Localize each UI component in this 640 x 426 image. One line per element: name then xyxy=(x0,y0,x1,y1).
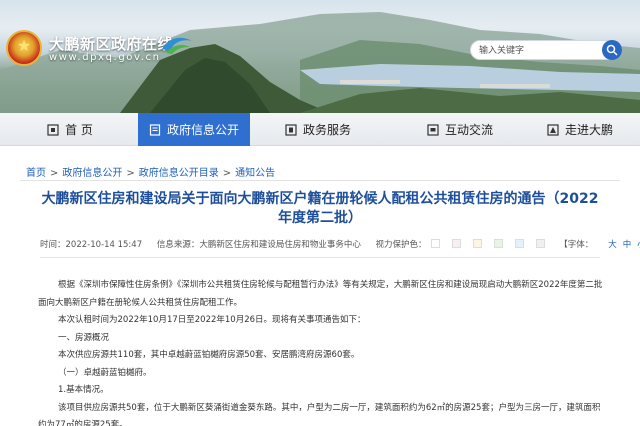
paragraph: 1.基本情况。 xyxy=(58,385,109,395)
color-swatch-green[interactable] xyxy=(493,239,503,248)
paragraph: 该项目供应房源共50套，位于大鹏新区葵涌街道金葵东路。其中，户型为二房一厅，建筑… xyxy=(38,402,601,426)
nav-item-interaction[interactable]: 互动交流 xyxy=(410,113,510,146)
landmark-icon xyxy=(547,123,559,136)
search-box xyxy=(470,40,622,60)
search-button[interactable] xyxy=(602,40,622,60)
paragraph: （一）卓越蔚蓝铂樾府。 xyxy=(58,367,152,378)
font-size-label: 【字体： xyxy=(559,240,594,250)
breadcrumb-separator: > xyxy=(126,168,135,179)
header-banner: 大鹏新区政府在线 www.dpxq.gov.cn xyxy=(0,0,640,113)
nav-item-label: 政府信息公开 xyxy=(166,123,239,137)
info-source: 信息来源：大鹏新区住房和建设局住房和物业事务中心 xyxy=(156,240,361,250)
breadcrumb: 首页 > 政府信息公开 > 政府信息公开目录 > 通知公告 xyxy=(26,164,275,179)
breadcrumb-separator: > xyxy=(222,168,232,179)
breadcrumb-link-notices[interactable]: 通知公告 xyxy=(235,168,275,179)
font-size-control: 【字体：大中小】 xyxy=(559,240,640,250)
color-swatch-white[interactable] xyxy=(430,239,440,248)
nav-item-label: 互动交流 xyxy=(444,123,493,137)
site-url: www.dpxq.gov.cn xyxy=(49,52,161,63)
home-icon xyxy=(47,123,59,136)
nav-item-label: 政务服务 xyxy=(302,123,351,137)
article-meta: 时间：2022-10-14 15:47 信息来源：大鹏新区住房和建设局住房和物业… xyxy=(40,238,640,250)
nav-item-about-dapeng[interactable]: 走进大鹏 xyxy=(530,113,630,146)
article-body: 根据《深圳市保障性住房条例》《深圳市公共租赁住房轮候与配租暂行办法》等有关规定，… xyxy=(38,277,604,426)
paragraph: 一、房源概况 xyxy=(58,332,110,343)
paragraph: 根据《深圳市保障性住房条例》《深圳市公共租赁住房轮候与配租暂行办法》等有关规定，… xyxy=(38,280,603,308)
main-navigation: 首 页 政府信息公开 政务服务 互动交流 走进大鹏 xyxy=(0,113,640,146)
font-size-medium[interactable]: 中 xyxy=(623,240,632,250)
color-swatch-pink[interactable] xyxy=(451,239,461,248)
color-swatch-blue[interactable] xyxy=(514,239,524,248)
nav-item-government-info[interactable]: 政府信息公开 xyxy=(138,113,250,146)
national-emblem-logo xyxy=(6,30,42,66)
breadcrumb-link-home[interactable]: 首页 xyxy=(26,168,46,179)
article-title: 大鹏新区住房和建设局关于面向大鹏新区户籍在册轮候人配租公共租赁住房的通告（202… xyxy=(41,191,599,226)
nav-item-services[interactable]: 政务服务 xyxy=(268,113,368,146)
publish-time: 时间：2022-10-14 15:47 xyxy=(40,240,143,250)
nav-item-label: 首 页 xyxy=(65,123,93,137)
search-icon xyxy=(606,44,618,56)
chat-icon xyxy=(427,123,439,136)
breadcrumb-link-info-catalog[interactable]: 政府信息公开目录 xyxy=(139,168,219,179)
breadcrumb-link-government-info[interactable]: 政府信息公开 xyxy=(62,168,122,179)
document-icon xyxy=(149,123,161,136)
divider xyxy=(40,257,600,258)
color-swatch-yellow[interactable] xyxy=(472,239,482,248)
vision-protection-label: 视力保护色： xyxy=(375,240,427,250)
breadcrumb-separator: > xyxy=(50,168,59,179)
color-swatch-gray[interactable] xyxy=(535,239,545,248)
paragraph: 本次供应房源共110套，其中卓越蔚蓝铂樾府房源50套、安居鹏湾府房源60套。 xyxy=(58,350,360,360)
service-icon xyxy=(285,123,297,136)
search-input[interactable] xyxy=(479,43,595,58)
nav-item-home[interactable]: 首 页 xyxy=(20,113,120,146)
divider xyxy=(20,180,620,181)
paragraph: 本次认租时间为2022年10月17日至2022年10月26日。现将有关事项通告如… xyxy=(58,315,366,325)
font-size-large[interactable]: 大 xyxy=(608,240,617,250)
district-logo-icon xyxy=(162,37,192,54)
nav-item-label: 走进大鹏 xyxy=(564,123,613,137)
site-title: 大鹏新区政府在线 xyxy=(49,35,174,53)
